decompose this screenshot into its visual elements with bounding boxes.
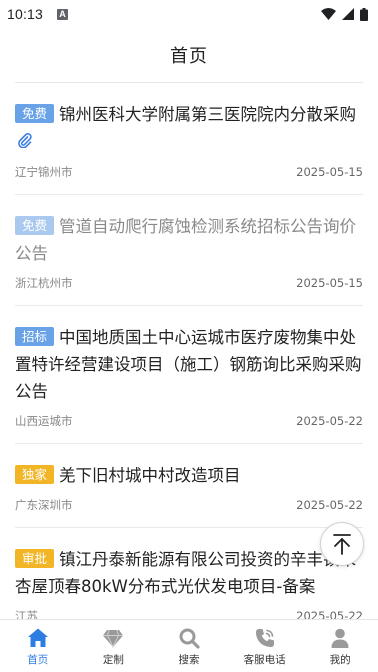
wifi-icon xyxy=(321,8,336,20)
status-icons xyxy=(321,7,368,21)
tab-search[interactable]: 搜索 xyxy=(151,620,227,672)
user-icon xyxy=(331,628,349,648)
battery-icon xyxy=(360,7,368,21)
item-date: 2025-05-15 xyxy=(296,276,363,290)
item-date: 2025-05-22 xyxy=(296,609,363,619)
tag-badge: 招标 xyxy=(15,327,55,346)
item-title: 镇江丹泰新能源有限公司投资的辛丰镇朱杏屋顶春80kW分布式光伏发电项目-备案 xyxy=(15,550,357,596)
page-title: 首页 xyxy=(170,46,208,67)
tab-mine[interactable]: 我的 xyxy=(302,620,378,672)
item-title: 锦州医科大学附属第三医院院内分散采购 xyxy=(59,105,357,124)
item-region: 辽宁锦州市 xyxy=(15,165,73,179)
notification-a-icon: A xyxy=(57,8,69,20)
tab-label: 客服电话 xyxy=(243,654,286,666)
list-item[interactable]: 免费 锦州医科大学附属第三医院院内分散采购 辽宁锦州市 2025-05-15 xyxy=(15,83,363,195)
tab-service-phone[interactable]: 客服电话 xyxy=(227,620,303,672)
tab-label: 定制 xyxy=(102,654,124,666)
back-to-top-button[interactable] xyxy=(320,522,364,566)
paperclip-icon xyxy=(18,129,32,156)
diamond-icon xyxy=(103,629,124,649)
tab-custom[interactable]: 定制 xyxy=(76,620,152,672)
item-region: 广东深圳市 xyxy=(15,498,73,512)
search-icon xyxy=(179,628,200,649)
item-title: 羌下旧村城中村改造项目 xyxy=(59,466,241,485)
tab-label: 搜索 xyxy=(178,654,200,666)
item-date: 2025-05-22 xyxy=(296,414,363,428)
tag-badge: 免费 xyxy=(15,104,55,123)
item-date: 2025-05-15 xyxy=(296,165,363,179)
item-title: 管道自动爬行腐蚀检测系统招标公告询价公告 xyxy=(15,217,357,263)
home-icon xyxy=(27,628,48,647)
arrow-up-icon xyxy=(333,534,351,555)
list-item[interactable]: 免费 管道自动爬行腐蚀检测系统招标公告询价公告 浙江杭州市 2025-05-15 xyxy=(15,195,363,306)
list-item[interactable]: 独家 羌下旧村城中村改造项目 广东深圳市 2025-05-22 xyxy=(15,444,363,528)
status-bar: 10:13 A xyxy=(0,0,378,28)
item-region: 江苏 xyxy=(15,609,38,619)
phone-icon xyxy=(255,629,274,647)
list-item[interactable]: 审批 镇江丹泰新能源有限公司投资的辛丰镇朱杏屋顶春80kW分布式光伏发电项目-备案… xyxy=(15,528,363,619)
tab-home[interactable]: 首页 xyxy=(0,620,76,672)
tag-badge: 审批 xyxy=(15,549,55,568)
tab-label: 我的 xyxy=(329,654,351,666)
item-title: 中国地质国土中心运城市医疗废物集中处置特许经营建设项目（施工）钢筋询比采购采购公… xyxy=(15,328,362,401)
item-date: 2025-05-22 xyxy=(296,498,363,512)
page-header: 首页 xyxy=(0,28,378,82)
item-region: 浙江杭州市 xyxy=(15,276,73,290)
status-time: 10:13 xyxy=(7,6,44,22)
app-screen: 10:13 A 首页 免费 锦州医科大学附属第三医院院内分散采购 辽宁锦州市 20… xyxy=(0,0,378,672)
tag-badge: 免费 xyxy=(15,216,55,235)
list-item[interactable]: 招标 中国地质国土中心运城市医疗废物集中处置特许经营建设项目（施工）钢筋询比采购采… xyxy=(15,306,363,444)
bottom-tab-bar: 首页 定制 搜索 客服电话 我的 xyxy=(0,619,378,672)
item-region: 山西运城市 xyxy=(15,414,73,428)
signal-icon xyxy=(342,8,354,20)
tag-badge: 独家 xyxy=(15,465,55,484)
tab-label: 首页 xyxy=(27,654,49,666)
